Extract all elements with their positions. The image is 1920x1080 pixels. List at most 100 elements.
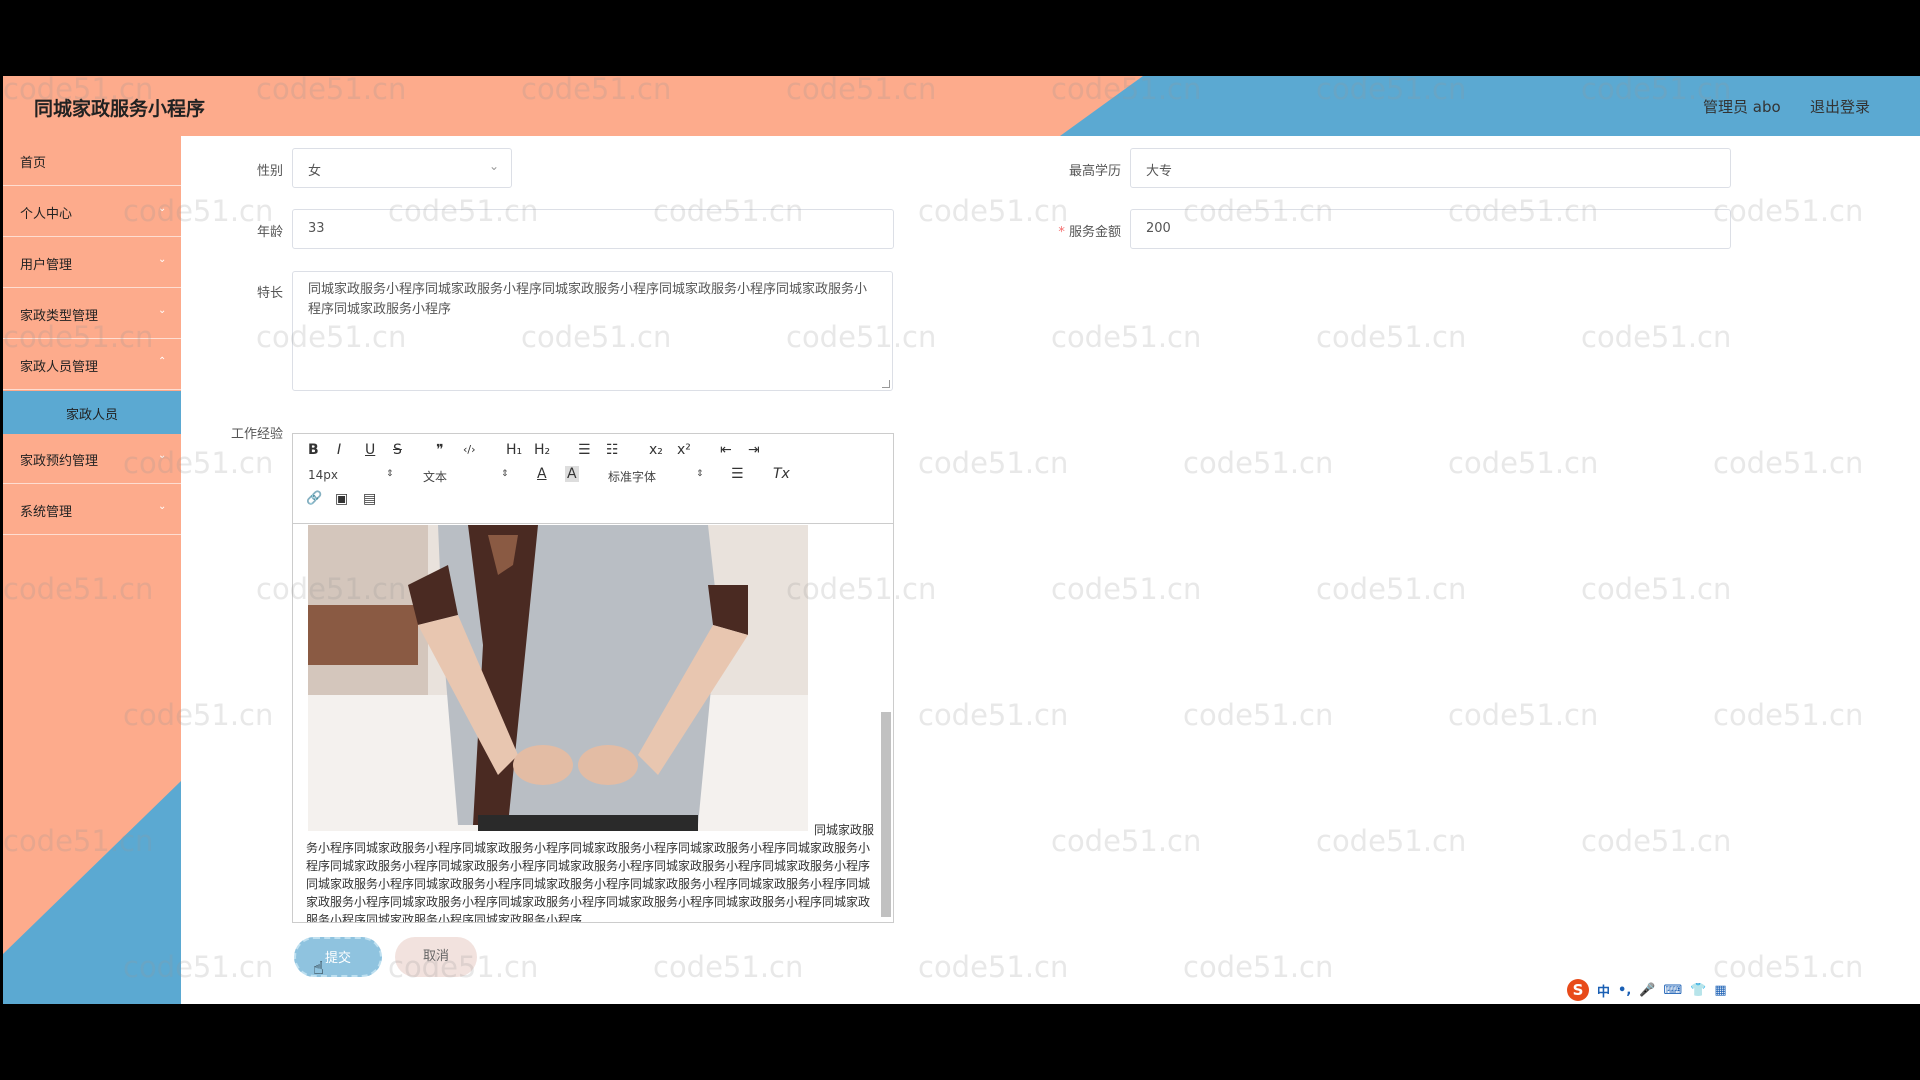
resize-handle-icon[interactable] [882,380,890,388]
bold-button[interactable]: B [308,442,319,458]
sidebar-item-label: 家政人员管理 [20,360,99,375]
code-block-button[interactable]: ‹/› [463,443,476,456]
chevron-down-icon: ⌄ [158,203,167,214]
link-button[interactable]: 🔗 [306,491,322,506]
app-window: 同城家政服务小程序 管理员 abo 退出登录 首页 个人中心 ⌄ 用户管理 ⌄ … [3,76,1920,1004]
sidebar: 首页 个人中心 ⌄ 用户管理 ⌄ 家政类型管理 ⌄ 家政人员管理 ⌃ 家政人员 … [3,136,181,1004]
chevron-down-icon: ⌄ [158,450,167,461]
sidebar-subitem-staff[interactable]: 家政人员 [3,391,181,434]
submit-button[interactable]: 提交 [294,937,382,977]
video-button[interactable]: ▤ [363,491,376,507]
heading2-button[interactable]: H₂ [534,442,550,458]
admin-label: 管理员 abo [1703,98,1781,116]
background-color-button[interactable]: A [565,466,579,482]
service-fee-field[interactable]: 200 [1130,209,1731,249]
italic-button[interactable]: I [337,442,341,458]
ime-language[interactable]: 中 [1597,981,1610,1000]
align-button[interactable]: ☰ [731,466,744,482]
watermark-text: code51.cn [1183,950,1334,984]
sidebar-item-label: 家政人员 [65,408,118,423]
watermark-text: code51.cn [1051,572,1202,606]
chevron-down-icon: ⌄ [488,159,499,173]
select-arrows-icon: ⇕ [501,469,509,479]
watermark-text: code51.cn [1183,446,1334,480]
gender-label: 性别 [256,164,283,179]
font-size-value: 14px [308,468,338,482]
bullet-list-button[interactable]: ☷ [606,442,619,458]
underline-button[interactable]: U [365,442,375,458]
watermark-text: code51.cn [1581,572,1732,606]
grid-icon[interactable]: ▦ [1714,983,1726,998]
watermark-text: code51.cn [1581,824,1732,858]
watermark-text: code51.cn [1316,824,1467,858]
sidebar-item-label: 首页 [20,156,47,171]
editor-scrollbar[interactable] [881,712,891,917]
editor-toolbar: B I U S ❞ ‹/› H₁ H₂ ☰ ☷ x₂ x² ⇤ ⇥ 14px ⇕… [293,434,893,524]
skin-icon[interactable]: 👕 [1690,983,1706,998]
education-value: 大专 [1146,164,1173,179]
specialty-value: 同城家政服务小程序同城家政服务小程序同城家政服务小程序同城家政服务小程序同城家政… [308,282,868,317]
watermark-text: code51.cn [1316,572,1467,606]
sidebar-item-system-management[interactable]: 系统管理 ⌄ [3,485,181,535]
chevron-up-icon: ⌃ [158,356,167,367]
rich-text-editor: B I U S ❞ ‹/› H₁ H₂ ☰ ☷ x₂ x² ⇤ ⇥ 14px ⇕… [292,433,894,923]
subscript-button[interactable]: x₂ [649,442,663,458]
keyboard-icon[interactable]: ⌨ [1663,983,1682,998]
microphone-icon[interactable]: 🎤 [1639,983,1655,998]
watermark-text: code51.cn [918,950,1069,984]
work-experience-label: 工作经验 [230,427,283,442]
ime-toolbar[interactable]: S 中 •, 🎤 ⌨ 👕 ▦ [1563,978,1743,1002]
font-color-button[interactable]: A [537,466,547,482]
editor-content[interactable]: 同城家政服务小程序同城家政服务小程序同城家政服务小程序同城家政服务小程序同城家政… [293,525,893,922]
chevron-down-icon: ⌄ [158,254,167,265]
sidebar-item-personal-center[interactable]: 个人中心 ⌄ [3,187,181,237]
top-header: 同城家政服务小程序 管理员 abo 退出登录 [3,76,1920,136]
age-field[interactable]: 33 [292,209,894,249]
outdent-button[interactable]: ⇤ [720,442,732,458]
header-value: 文本 [423,470,448,484]
chevron-down-icon: ⌄ [158,305,167,316]
sidebar-item-label: 个人中心 [20,207,73,222]
watermark-text: code51.cn [1448,698,1599,732]
gender-select[interactable]: 女 ⌄ [292,148,512,188]
watermark-text: code51.cn [1448,446,1599,480]
sidebar-item-home[interactable]: 首页 [3,136,181,186]
watermark-text: code51.cn [1051,824,1202,858]
watermark-text: code51.cn [918,698,1069,732]
image-button[interactable]: ▣ [335,491,348,507]
watermark-text: code51.cn [1183,698,1334,732]
watermark-text: code51.cn [1713,194,1864,228]
watermark-text: code51.cn [1581,320,1732,354]
font-family-select[interactable]: 标准字体 ⇕ [608,468,708,485]
sidebar-item-user-management[interactable]: 用户管理 ⌄ [3,238,181,288]
sogou-ime-icon[interactable]: S [1567,979,1589,1001]
superscript-button[interactable]: x² [677,442,691,458]
sidebar-item-staff-management[interactable]: 家政人员管理 ⌃ [3,340,181,390]
font-size-select[interactable]: 14px ⇕ [308,468,398,482]
ordered-list-button[interactable]: ☰ [578,442,591,458]
age-value: 33 [308,221,325,236]
watermark-text: code51.cn [918,446,1069,480]
mouse-cursor-icon: ☝ [313,958,324,979]
education-field[interactable]: 大专 [1130,148,1731,188]
watermark-text: code51.cn [1316,320,1467,354]
specialty-textarea[interactable]: 同城家政服务小程序同城家政服务小程序同城家政服务小程序同城家政服务小程序同城家政… [292,271,893,391]
indent-button[interactable]: ⇥ [748,442,760,458]
specialty-label: 特长 [256,286,283,301]
font-family-value: 标准字体 [608,470,657,484]
age-label: 年龄 [256,225,283,240]
header-select[interactable]: 文本 ⇕ [423,468,513,485]
sidebar-item-type-management[interactable]: 家政类型管理 ⌄ [3,289,181,339]
blockquote-button[interactable]: ❞ [436,442,444,458]
clean-format-button[interactable]: Tx [773,466,790,482]
cancel-button[interactable]: 取消 [395,937,477,977]
education-label: 最高学历 [1068,164,1121,179]
heading1-button[interactable]: H₁ [506,442,522,458]
ime-punctuation[interactable]: •, [1618,983,1631,998]
logout-link[interactable]: 退出登录 [1810,96,1870,117]
uniform-photo [308,525,808,831]
select-arrows-icon: ⇕ [696,469,704,479]
chevron-down-icon: ⌄ [158,501,167,512]
sidebar-item-booking-management[interactable]: 家政预约管理 ⌄ [3,434,181,484]
strike-button[interactable]: S [393,442,402,458]
